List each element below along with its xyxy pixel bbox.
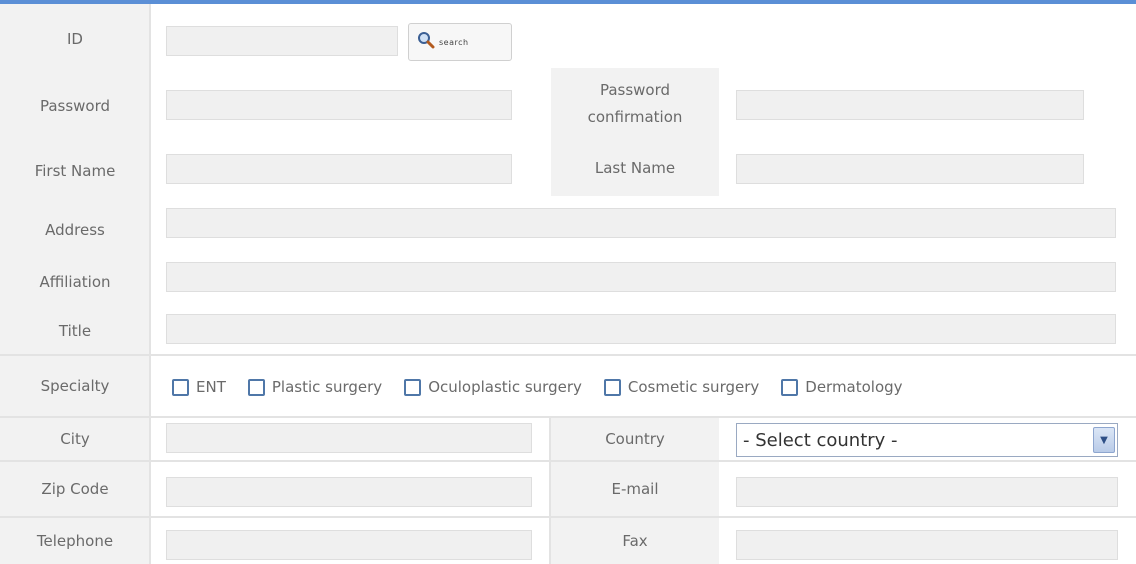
address-label: Address <box>0 204 150 256</box>
affiliation-input[interactable] <box>166 262 1116 292</box>
specialty-checkbox-ent[interactable]: ENT <box>172 378 226 396</box>
specialty-checkbox-dermatology[interactable]: Dermatology <box>781 378 903 396</box>
fax-label: Fax <box>551 518 719 564</box>
country-label: Country <box>551 418 719 460</box>
id-input[interactable] <box>166 26 398 56</box>
divider <box>0 460 1136 462</box>
affiliation-label: Affiliation <box>0 256 150 308</box>
last-name-input[interactable] <box>736 154 1084 184</box>
specialty-options: ENT Plastic surgery Oculoplastic surgery… <box>172 370 1136 404</box>
password-label: Password <box>0 74 150 138</box>
top-accent-line <box>0 0 1136 4</box>
search-button-label: search <box>439 37 469 47</box>
email-label: E-mail <box>551 462 719 516</box>
divider <box>0 416 1136 418</box>
zip-label: Zip Code <box>0 462 150 516</box>
title-label: Title <box>0 308 150 354</box>
country-select[interactable]: - Select country - ▼ <box>736 423 1118 457</box>
column-divider <box>549 416 551 564</box>
password-input[interactable] <box>166 90 512 120</box>
zip-code-input[interactable] <box>166 477 532 507</box>
checkbox[interactable] <box>603 378 621 396</box>
specialty-checkbox-cosmetic-surgery[interactable]: Cosmetic surgery <box>603 378 759 396</box>
email-input[interactable] <box>736 477 1118 507</box>
divider <box>0 516 1136 518</box>
specialty-label: Specialty <box>0 356 150 416</box>
password-confirmation-label: Password confirmation <box>551 68 719 140</box>
telephone-label: Telephone <box>0 518 150 564</box>
country-select-value: - Select country - <box>743 429 898 451</box>
first-name-input[interactable] <box>166 154 512 184</box>
title-input[interactable] <box>166 314 1116 344</box>
specialty-checkbox-plastic-surgery[interactable]: Plastic surgery <box>247 378 382 396</box>
city-label: City <box>0 418 150 460</box>
chevron-down-icon[interactable]: ▼ <box>1093 427 1115 453</box>
id-label: ID <box>0 4 150 74</box>
search-button[interactable]: search <box>408 23 512 61</box>
first-name-label: First Name <box>0 138 150 204</box>
checkbox[interactable] <box>247 378 265 396</box>
telephone-input[interactable] <box>166 530 532 560</box>
address-input[interactable] <box>166 208 1116 238</box>
divider <box>0 354 1136 356</box>
last-name-label: Last Name <box>551 140 719 196</box>
magnifier-icon <box>417 31 435 53</box>
fax-input[interactable] <box>736 530 1118 560</box>
checkbox[interactable] <box>172 378 189 396</box>
checkbox[interactable] <box>404 378 422 396</box>
specialty-checkbox-oculoplastic-surgery[interactable]: Oculoplastic surgery <box>404 378 582 396</box>
column-divider <box>149 4 151 564</box>
city-input[interactable] <box>166 423 532 453</box>
checkbox[interactable] <box>781 378 799 396</box>
password-confirmation-input[interactable] <box>736 90 1084 120</box>
